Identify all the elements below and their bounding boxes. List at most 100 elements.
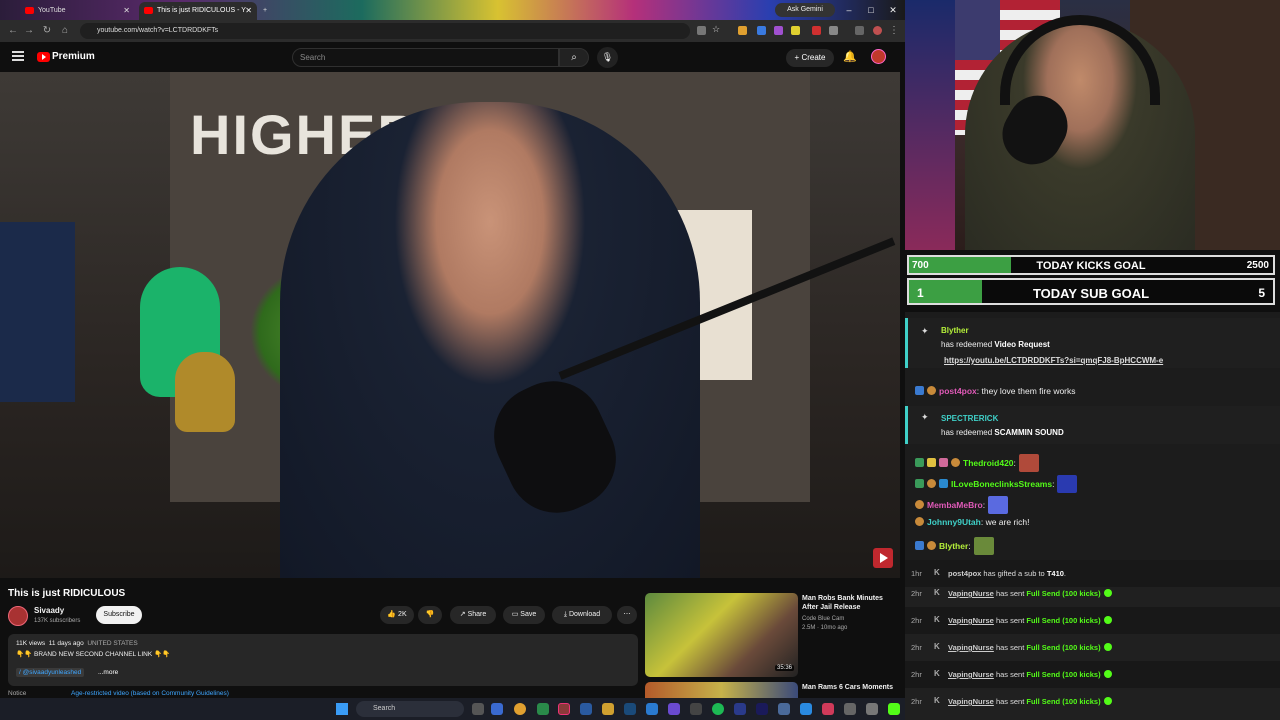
app-icon[interactable] bbox=[734, 703, 746, 715]
url-field[interactable]: youtube.com/watch?v=LCTDRDDKFTs bbox=[80, 23, 690, 39]
ask-gemini-button[interactable]: Ask Gemini bbox=[775, 3, 835, 17]
channel-avatar[interactable] bbox=[8, 606, 28, 626]
goal-label: TODAY KICKS GOAL bbox=[1036, 260, 1146, 272]
like-button[interactable]: 👍 2K bbox=[380, 606, 414, 624]
tab-video[interactable]: This is just RIDICULOUS - Y ✕ bbox=[139, 2, 257, 20]
chat-username[interactable]: ILoveBoneclinksStreams bbox=[951, 479, 1052, 489]
obs-icon[interactable] bbox=[558, 703, 570, 715]
event-user[interactable]: VapingNurse bbox=[948, 643, 994, 652]
recommendation-title[interactable]: Man Robs Bank Minutes After Jail Release bbox=[802, 594, 897, 612]
share-button[interactable]: ↗ Share bbox=[450, 606, 496, 624]
minimize-icon[interactable]: – bbox=[840, 2, 858, 18]
subscribe-button[interactable]: Subscribe bbox=[96, 606, 142, 624]
chat-username[interactable]: Thedroid420 bbox=[963, 458, 1014, 468]
event-target[interactable]: T410 bbox=[1047, 569, 1064, 578]
app-icon[interactable] bbox=[866, 703, 878, 715]
channel-watermark-icon[interactable] bbox=[873, 548, 893, 568]
extension-icon[interactable] bbox=[791, 26, 800, 35]
hamburger-menu-icon[interactable] bbox=[12, 51, 24, 61]
notice-link[interactable]: Age-restricted video (based on Community… bbox=[71, 690, 229, 697]
description-box[interactable]: 11K views 11 days ago UNITED STATES 👇👇 B… bbox=[8, 634, 638, 686]
file-explorer-icon[interactable] bbox=[602, 703, 614, 715]
notifications-bell-icon[interactable]: 🔔 bbox=[843, 49, 857, 65]
close-window-icon[interactable]: ✕ bbox=[884, 2, 902, 18]
bookmark-star-icon[interactable]: ☆ bbox=[712, 24, 721, 34]
app-icon[interactable] bbox=[690, 703, 702, 715]
event-user[interactable]: VapingNurse bbox=[948, 697, 994, 706]
kick-icon[interactable] bbox=[888, 703, 900, 715]
channel-name[interactable]: Sivaady bbox=[34, 606, 64, 615]
recommendation-title[interactable]: Man Rams 6 Cars Moments bbox=[802, 684, 893, 691]
close-tab-icon[interactable]: ✕ bbox=[245, 2, 252, 20]
event-user[interactable]: VapingNurse bbox=[948, 670, 994, 679]
youtube-brand[interactable]: Premium bbox=[52, 51, 95, 62]
download-button[interactable]: ⤓ Download bbox=[552, 606, 612, 624]
video-player[interactable]: HIGHER LEA bbox=[0, 72, 900, 578]
extension-icon[interactable] bbox=[757, 26, 766, 35]
app-icon[interactable] bbox=[668, 703, 680, 715]
redeem-user[interactable]: Blyther bbox=[941, 326, 969, 335]
search-input[interactable]: Search bbox=[292, 48, 559, 67]
event-user[interactable]: VapingNurse bbox=[948, 589, 994, 598]
chrome-icon[interactable] bbox=[514, 703, 526, 715]
youtube-logo-icon[interactable] bbox=[37, 52, 50, 62]
chat-username[interactable]: Johnny9Utah bbox=[927, 517, 981, 527]
recommendation-channel[interactable]: Code Blue Cam bbox=[802, 616, 844, 622]
forward-icon[interactable]: → bbox=[22, 23, 36, 39]
microphone-icon[interactable]: 🎙 bbox=[597, 47, 618, 68]
more-actions-button[interactable]: ⋯ bbox=[617, 606, 637, 624]
premiere-icon[interactable] bbox=[756, 703, 768, 715]
task-view-icon[interactable] bbox=[472, 703, 484, 715]
event-text: has sent bbox=[993, 643, 1027, 652]
maximize-icon[interactable]: □ bbox=[862, 2, 880, 18]
search-icon[interactable]: ⌕ bbox=[559, 48, 589, 67]
app-icon[interactable] bbox=[822, 703, 834, 715]
channel-handle-link[interactable]: / @sivaadyunleashed bbox=[16, 668, 85, 677]
app-icon[interactable] bbox=[580, 703, 592, 715]
spotify-icon[interactable] bbox=[712, 703, 724, 715]
event-user[interactable]: post4pox bbox=[948, 569, 981, 578]
app-icon[interactable] bbox=[800, 703, 812, 715]
account-avatar[interactable] bbox=[871, 49, 886, 64]
profile-icon[interactable] bbox=[873, 26, 882, 35]
chat-username[interactable]: MembaMeBro bbox=[927, 500, 983, 510]
app-icon[interactable] bbox=[844, 703, 856, 715]
home-icon[interactable]: ⌂ bbox=[58, 23, 72, 39]
redeem-text: has redeemed Video Request bbox=[941, 340, 1050, 349]
redeem-link[interactable]: https://youtu.be/LCTDRDDKFTs?si=qmqFJ8-B… bbox=[944, 356, 1163, 365]
chat-text: : they love them fire works bbox=[976, 386, 1076, 396]
app-icon[interactable] bbox=[778, 703, 790, 715]
cast-icon[interactable] bbox=[697, 26, 706, 35]
chat-username[interactable]: Blyther bbox=[939, 541, 968, 551]
reload-icon[interactable]: ↻ bbox=[40, 23, 54, 39]
save-button[interactable]: ▭ Save bbox=[503, 606, 545, 624]
taskbar-search-input[interactable]: Search bbox=[356, 701, 464, 717]
create-button[interactable]: + Create bbox=[786, 49, 834, 67]
event-user[interactable]: VapingNurse bbox=[948, 616, 994, 625]
sidebar-icon[interactable] bbox=[855, 26, 864, 35]
video-bookshelf bbox=[0, 222, 75, 402]
app-icon[interactable] bbox=[491, 703, 503, 715]
webcam-led-lights bbox=[905, 0, 955, 250]
app-icon[interactable] bbox=[646, 703, 658, 715]
tab-youtube[interactable]: YouTube ✕ bbox=[20, 2, 135, 20]
dislike-button[interactable]: 👎 bbox=[418, 606, 442, 624]
redeem-user[interactable]: SPECTRERICK bbox=[941, 414, 998, 423]
goal-target: 5 bbox=[1258, 286, 1265, 300]
recommendation-thumbnail[interactable] bbox=[645, 682, 798, 698]
extension-icon[interactable] bbox=[738, 26, 747, 35]
kick-coin-icon bbox=[1103, 670, 1112, 678]
back-icon[interactable]: ← bbox=[6, 23, 20, 39]
location-tag[interactable]: UNITED STATES bbox=[87, 640, 137, 647]
app-icon[interactable] bbox=[537, 703, 549, 715]
show-more-link[interactable]: ...more bbox=[98, 669, 118, 676]
start-menu-icon[interactable] bbox=[336, 703, 348, 715]
steam-icon[interactable] bbox=[624, 703, 636, 715]
new-tab-button[interactable]: + bbox=[258, 2, 272, 20]
extensions-puzzle-icon[interactable] bbox=[829, 26, 838, 35]
chat-username[interactable]: post4pox bbox=[939, 386, 977, 396]
close-tab-icon[interactable]: ✕ bbox=[123, 2, 130, 20]
extension-icon[interactable] bbox=[774, 26, 783, 35]
extension-icon[interactable] bbox=[812, 26, 821, 35]
more-menu-icon[interactable]: ⋮ bbox=[887, 23, 901, 39]
